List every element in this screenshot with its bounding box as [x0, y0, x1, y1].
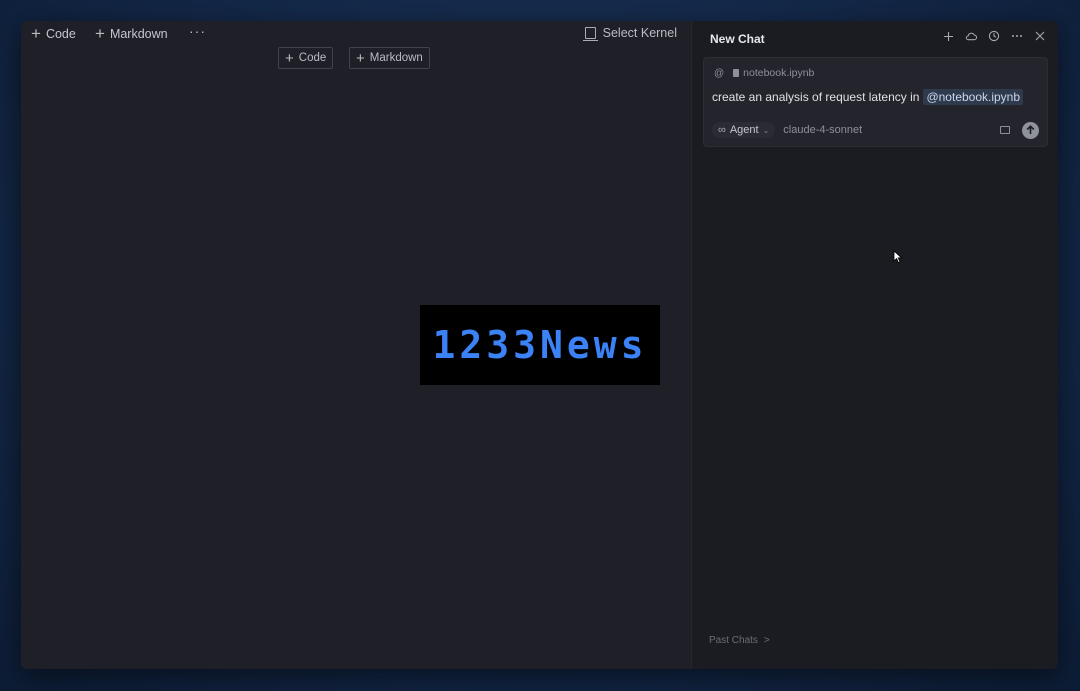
past-chats-link[interactable]: Past Chats >	[709, 635, 770, 646]
notebook-toolbar: + Code + Markdown ··· Select Kernel	[21, 21, 691, 45]
prompt-input[interactable]: create an analysis of request latency in…	[712, 89, 1024, 105]
app-window: + Code + Markdown ··· Select Kernel + Co…	[21, 21, 1058, 669]
model-selector[interactable]: claude-4-sonnet	[783, 124, 862, 136]
mouse-cursor-icon	[893, 250, 903, 264]
plus-icon: +	[95, 24, 105, 43]
add-markdown-label: Markdown	[109, 26, 168, 41]
select-kernel-label: Select Kernel	[602, 26, 677, 40]
insert-markdown-cell-label: Markdown	[369, 52, 423, 64]
chevron-right-icon: >	[763, 635, 770, 646]
insert-markdown-cell-button[interactable]: + Markdown	[349, 47, 430, 69]
more-actions-button[interactable]: ···	[189, 23, 206, 39]
plus-icon: +	[285, 49, 294, 67]
watermark-logo: 1233News	[420, 305, 660, 385]
chat-panel: New Chat @ notebook.ipynb create an anal…	[691, 21, 1058, 669]
chat-header: New Chat	[692, 21, 1058, 55]
send-button[interactable]	[1022, 121, 1039, 139]
context-file-name: notebook.ipynb	[743, 67, 815, 79]
add-code-button[interactable]: + Code	[31, 25, 76, 42]
insert-code-cell-button[interactable]: + Code	[278, 47, 334, 69]
cloud-icon[interactable]	[965, 29, 977, 43]
mode-label: Agent	[729, 124, 759, 136]
context-file-chip[interactable]: notebook.ipynb	[733, 67, 814, 79]
chat-title: New Chat	[710, 32, 765, 46]
add-markdown-button[interactable]: + Markdown	[95, 25, 168, 42]
past-chats-label: Past Chats	[709, 635, 758, 646]
mode-selector[interactable]: ∞ Agent ⌄	[712, 122, 776, 138]
kernel-icon	[582, 27, 598, 41]
image-icon[interactable]	[1000, 126, 1010, 134]
insert-code-cell-label: Code	[298, 52, 327, 64]
chat-composer[interactable]: @ notebook.ipynb create an analysis of r…	[703, 57, 1048, 147]
composer-actions	[1000, 121, 1039, 139]
add-context-button[interactable]: @	[714, 68, 724, 79]
plus-icon: +	[356, 49, 365, 67]
chat-header-actions	[942, 29, 1046, 43]
close-icon[interactable]	[1034, 29, 1046, 43]
notebook-pane: + Code + Markdown ··· Select Kernel + Co…	[21, 21, 691, 669]
prompt-mention[interactable]: @notebook.ipynb	[923, 89, 1024, 105]
more-icon[interactable]	[1011, 29, 1023, 43]
file-icon	[733, 69, 740, 77]
infinity-icon: ∞	[718, 124, 726, 136]
prompt-text: create an analysis of request latency in	[712, 90, 920, 104]
watermark-logo-text: 1233News	[432, 323, 648, 367]
select-kernel-button[interactable]: Select Kernel	[582, 26, 677, 41]
chevron-down-icon: ⌄	[762, 125, 770, 135]
add-code-label: Code	[45, 26, 76, 41]
new-chat-plus-icon[interactable]	[942, 29, 954, 43]
composer-footer: ∞ Agent ⌄ claude-4-sonnet	[712, 120, 1039, 140]
plus-icon: +	[31, 24, 41, 43]
context-row: @ notebook.ipynb	[714, 67, 814, 79]
history-icon[interactable]	[988, 29, 1000, 43]
